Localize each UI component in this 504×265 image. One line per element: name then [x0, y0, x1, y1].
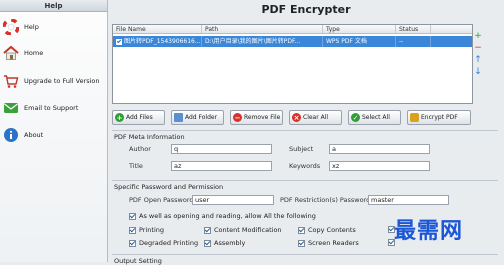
row-checkbox[interactable]	[116, 38, 122, 45]
sidebar-item-help[interactable]: Help	[0, 14, 108, 40]
checkbox-label: Copy Contents	[308, 226, 356, 234]
sidebar-item-about[interactable]: About	[0, 122, 108, 148]
info-icon	[2, 126, 20, 144]
author-label: Author	[129, 145, 151, 153]
screen-readers-checkbox[interactable]: Screen Readers	[298, 239, 359, 247]
checkbox-label: Content Modification	[214, 226, 282, 234]
sidebar-item-label: Upgrade to Full Version	[24, 77, 100, 85]
sidebar-item-home[interactable]: Home	[0, 40, 108, 66]
add-folder-button[interactable]: Add Folder	[171, 110, 224, 125]
printing-checkbox[interactable]: Printing	[129, 226, 164, 234]
open-password-field[interactable]: user	[192, 195, 274, 205]
file-path-cell: D:\用户目录\我的图片\图片转PDF...	[202, 36, 323, 47]
copy-contents-checkbox[interactable]: Copy Contents	[298, 226, 356, 234]
sidebar-item-label: Email to Support	[24, 104, 79, 112]
move-down-icon[interactable]: ↓	[471, 66, 485, 78]
clear-all-button[interactable]: × Clear All	[289, 110, 342, 125]
sidebar-item-label: About	[24, 131, 44, 139]
checkbox-label: Screen Readers	[308, 239, 359, 247]
file-toolbar: + Add Files Add Folder − Remove File × C…	[112, 110, 498, 126]
checkbox[interactable]	[204, 239, 211, 247]
column-header-status[interactable]: Status	[396, 25, 431, 33]
button-label: Remove File	[244, 114, 281, 121]
remove-file-button[interactable]: − Remove File	[230, 110, 283, 125]
button-label: Add Folder	[185, 114, 218, 121]
button-label: Select All	[362, 114, 390, 121]
title-label: Title	[129, 162, 143, 170]
meta-section: PDF Meta Information Author q Subject a …	[112, 130, 498, 178]
sidebar-title: Help	[0, 0, 107, 12]
file-name-cell: 图片转PDF_1543906616...	[113, 36, 202, 47]
add-icon[interactable]: +	[471, 30, 485, 42]
checkbox[interactable]	[129, 212, 136, 220]
subject-label: Subject	[289, 145, 314, 153]
degraded-printing-checkbox[interactable]: Degraded Printing	[129, 239, 198, 247]
output-section: Output Setting	[112, 254, 498, 265]
keywords-field[interactable]: xz	[329, 161, 430, 171]
checkbox[interactable]	[129, 239, 136, 247]
checkmark-icon: ✓	[351, 113, 360, 122]
sidebar-item-label: Help	[24, 23, 39, 31]
open-password-label: PDF Open Password	[129, 196, 194, 204]
lock-icon	[410, 113, 419, 122]
restriction-password-label: PDF Restriction(s) Password	[280, 196, 371, 204]
column-header-type[interactable]: Type	[323, 25, 396, 33]
add-files-button[interactable]: + Add Files	[112, 110, 165, 125]
move-up-icon[interactable]: ↑	[471, 54, 485, 66]
keywords-label: Keywords	[289, 162, 321, 170]
encrypt-pdf-button[interactable]: Encrypt PDF	[407, 110, 471, 125]
sidebar-item-label: Home	[24, 49, 44, 57]
sidebar: Help Help Home Upgrade to Full Version E…	[0, 0, 108, 262]
checkbox-label: Printing	[139, 226, 165, 234]
checkbox-label: Degraded Printing	[139, 239, 199, 247]
sidebar-item-email[interactable]: Email to Support	[0, 95, 108, 121]
column-header-path[interactable]: Path	[202, 25, 323, 33]
file-table: File Name Path Type Status 图片转PDF_154390…	[112, 24, 473, 104]
assembly-checkbox[interactable]: Assembly	[204, 239, 245, 247]
plus-icon: +	[115, 113, 124, 122]
folder-icon	[174, 113, 183, 122]
checkbox[interactable]	[298, 226, 305, 234]
lifebuoy-icon	[2, 18, 20, 36]
list-order-controls: + − ↑ ↓	[471, 30, 485, 78]
button-label: Add Files	[126, 114, 153, 121]
select-all-button[interactable]: ✓ Select All	[348, 110, 401, 125]
restriction-password-field[interactable]: master	[368, 195, 449, 205]
checkbox-label: Assembly	[214, 239, 246, 247]
allow-all-checkbox[interactable]: As well as opening and reading, allow Al…	[129, 212, 316, 220]
permission-section-title: Specific Password and Permission	[114, 183, 224, 191]
meta-section-title: PDF Meta Information	[114, 133, 185, 141]
column-header-file-name[interactable]: File Name	[113, 25, 202, 33]
checkbox[interactable]	[204, 226, 211, 234]
file-type-cell: WPS PDF 文档	[323, 36, 396, 47]
home-icon	[2, 44, 20, 62]
subject-field[interactable]: a	[329, 144, 430, 154]
minus-icon: −	[233, 113, 242, 122]
mail-icon	[2, 99, 20, 117]
remove-icon[interactable]: −	[471, 42, 485, 54]
content-modification-checkbox[interactable]: Content Modification	[204, 226, 282, 234]
table-row[interactable]: 图片转PDF_1543906616... D:\用户目录\我的图片\图片转PDF…	[113, 36, 472, 47]
button-label: Clear All	[303, 114, 329, 121]
title-field[interactable]: az	[171, 161, 272, 171]
checkbox[interactable]	[129, 226, 136, 234]
shopping-cart-icon	[2, 72, 20, 90]
checkbox-label: As well as opening and reading, allow Al…	[139, 212, 316, 220]
author-field[interactable]: q	[171, 144, 272, 154]
file-name-text: 图片转PDF_1543906616...	[124, 38, 201, 45]
output-section-title: Output Setting	[114, 257, 162, 265]
app-title: PDF Encrypter	[261, 3, 351, 16]
checkbox[interactable]	[298, 239, 305, 247]
close-icon: ×	[292, 113, 301, 122]
watermark-logo: 最需网	[394, 218, 464, 244]
table-header: File Name Path Type Status	[113, 25, 472, 34]
button-label: Encrypt PDF	[421, 114, 458, 121]
file-status-cell: --	[396, 36, 431, 47]
sidebar-item-upgrade[interactable]: Upgrade to Full Version	[0, 68, 108, 94]
